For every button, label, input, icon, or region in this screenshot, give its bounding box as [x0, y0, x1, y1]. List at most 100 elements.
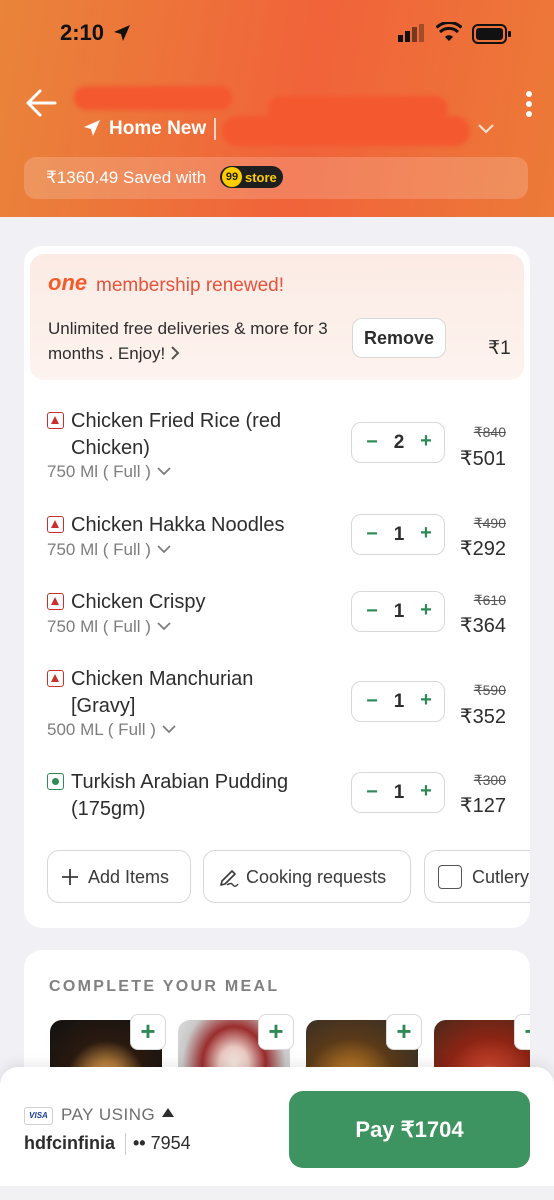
status-bar: 2:10 — [0, 0, 554, 66]
decrease-quantity-button[interactable]: − — [362, 600, 382, 623]
caret-up-icon[interactable] — [161, 1106, 175, 1118]
decrease-quantity-button[interactable]: − — [362, 523, 382, 546]
navigation-icon — [84, 120, 100, 136]
item-name: Chicken Hakka Noodles — [71, 514, 285, 536]
discounted-price: ₹501 — [459, 448, 506, 470]
increase-quantity-button[interactable]: + — [416, 780, 436, 803]
nonveg-icon — [47, 412, 64, 429]
quantity-stepper[interactable]: − 1 + — [351, 591, 445, 632]
cutlery-button[interactable]: Cutlery — [424, 850, 530, 903]
cutlery-label: Cutlery — [472, 867, 530, 887]
nonveg-icon — [47, 670, 64, 687]
battery-icon — [472, 24, 511, 44]
item-variant-text: 750 Ml ( Full ) — [47, 617, 151, 636]
membership-description-text: Unlimited free deliveries & more for 3 m… — [48, 319, 328, 363]
item-variant-text: 750 Ml ( Full ) — [47, 540, 151, 559]
item-variant-text: 500 ML ( Full ) — [47, 720, 156, 739]
add-items-label: Add Items — [88, 867, 170, 887]
chevron-down-icon — [157, 467, 171, 476]
discounted-price: ₹364 — [459, 615, 506, 637]
quantity-stepper[interactable]: − 1 + — [351, 772, 445, 813]
increase-quantity-button[interactable]: + — [416, 430, 436, 453]
quantity-stepper[interactable]: − 1 + — [351, 514, 445, 555]
pay-button[interactable]: Pay ₹1704 — [289, 1091, 530, 1168]
visa-icon: VISA — [24, 1107, 53, 1125]
store-badge: 99 store — [220, 166, 283, 188]
increase-quantity-button[interactable]: + — [416, 522, 436, 545]
original-price: ₹590 — [473, 682, 506, 698]
payment-card-number: •• 7954 — [133, 1133, 191, 1154]
card-divider — [125, 1133, 126, 1155]
back-arrow-icon[interactable] — [24, 86, 58, 120]
item-name: Chicken Manchurian [Gravy] — [71, 668, 254, 717]
membership-title: membership renewed! — [96, 275, 284, 296]
signal-icon — [398, 24, 424, 42]
quantity-value: 2 — [393, 432, 405, 453]
chevron-down-icon — [162, 725, 176, 734]
cutlery-checkbox[interactable] — [438, 865, 462, 889]
decrease-quantity-button[interactable]: − — [362, 431, 382, 454]
add-suggested-item-button[interactable]: + — [386, 1014, 422, 1050]
chevron-down-icon — [157, 545, 171, 554]
redacted-address — [222, 116, 470, 146]
item-variant[interactable]: 750 Ml ( Full ) — [47, 540, 172, 560]
card-last4: 7954 — [150, 1133, 191, 1153]
chevron-down-icon[interactable] — [476, 118, 496, 138]
header: 2:10 Home New ₹1360.49 Saved with 99 sto… — [0, 0, 554, 217]
cooking-requests-button[interactable]: Cooking requests — [203, 850, 411, 903]
decrease-quantity-button[interactable]: − — [362, 690, 382, 713]
add-suggested-item-button[interactable]: + — [130, 1014, 166, 1050]
item-variant-text: 750 Ml ( Full ) — [47, 462, 151, 481]
store-badge-number: 99 — [222, 167, 242, 187]
original-price: ₹300 — [473, 772, 506, 788]
quantity-value: 1 — [393, 524, 405, 545]
one-logo: one — [48, 270, 88, 295]
store-badge-word: store — [245, 169, 277, 185]
item-name: Chicken Fried Rice (red Chicken) — [71, 410, 282, 459]
status-time: 2:10 — [60, 20, 105, 45]
increase-quantity-button[interactable]: + — [416, 599, 436, 622]
increase-quantity-button[interactable]: + — [416, 689, 436, 712]
redacted-restaurant-name — [74, 86, 232, 110]
wifi-icon — [436, 22, 462, 41]
original-price: ₹490 — [473, 515, 506, 531]
quantity-stepper[interactable]: − 1 + — [351, 681, 445, 722]
item-name: Chicken Crispy — [71, 591, 206, 613]
item-variant[interactable]: 750 Ml ( Full ) — [47, 617, 172, 637]
add-suggested-item-button[interactable]: + — [514, 1014, 530, 1050]
item-variant[interactable]: 750 Ml ( Full ) — [47, 462, 172, 482]
address-divider — [214, 118, 216, 140]
address-label[interactable]: Home New — [109, 118, 206, 140]
original-price: ₹840 — [473, 424, 506, 440]
nonveg-icon — [47, 593, 64, 610]
quantity-value: 1 — [393, 782, 405, 803]
savings-banner: ₹1360.49 Saved with 99 store — [24, 157, 528, 199]
add-items-button[interactable]: Add Items — [47, 850, 191, 903]
pay-using-label[interactable]: PAY USING — [61, 1105, 155, 1125]
quantity-value: 1 — [393, 691, 405, 712]
cart-actions-row: Add Items Cooking requests Cutlery — [47, 850, 530, 904]
savings-text: ₹1360.49 Saved with — [46, 168, 207, 187]
discounted-price: ₹352 — [459, 706, 506, 728]
section-title: COMPLETE YOUR MEAL — [49, 978, 280, 995]
home-indicator-area — [0, 1186, 554, 1200]
remove-membership-button[interactable]: Remove — [352, 318, 446, 358]
cooking-requests-label: Cooking requests — [246, 867, 387, 887]
decrease-quantity-button[interactable]: − — [362, 781, 382, 804]
veg-icon — [47, 773, 64, 790]
membership-description[interactable]: Unlimited free deliveries & more for 3 m… — [48, 316, 348, 366]
location-arrow-icon — [114, 25, 130, 41]
item-name: Turkish Arabian Pudding (175gm) — [71, 771, 289, 820]
discounted-price: ₹127 — [459, 795, 506, 817]
more-options-icon[interactable] — [524, 90, 534, 120]
original-price: ₹610 — [473, 592, 506, 608]
quantity-stepper[interactable]: − 2 + — [351, 422, 445, 463]
quantity-value: 1 — [393, 601, 405, 622]
pencil-icon — [220, 870, 239, 887]
add-suggested-item-button[interactable]: + — [258, 1014, 294, 1050]
payment-card-name: hdfcinfinia — [24, 1133, 115, 1153]
payment-footer: VISA PAY USING hdfcinfinia •• 7954 Pay ₹… — [0, 1067, 554, 1200]
membership-price: ₹1 — [488, 338, 511, 359]
item-variant[interactable]: 500 ML ( Full ) — [47, 720, 177, 740]
card-masked-dots: •• — [133, 1133, 146, 1153]
